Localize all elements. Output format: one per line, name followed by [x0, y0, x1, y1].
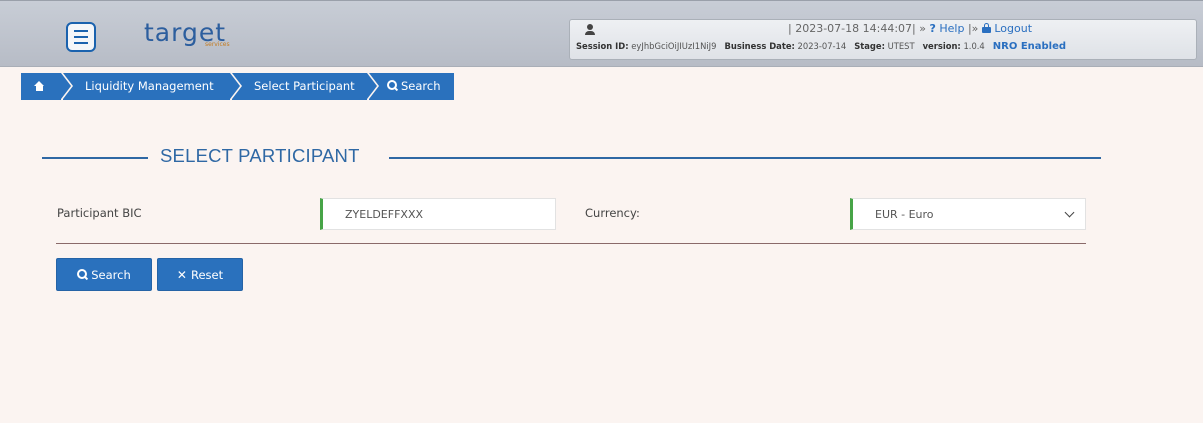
close-icon: ✕	[176, 267, 187, 282]
help-link[interactable]: Help	[939, 22, 964, 35]
nro-status: NRO Enabled	[992, 41, 1067, 52]
participant-bic-input[interactable]: ZYELDEFFXXX	[320, 198, 556, 230]
business-date-label: Business Date:	[724, 41, 795, 51]
stage-value: UTEST	[887, 41, 915, 51]
currency-value: EUR - Euro	[875, 207, 934, 221]
user-icon	[585, 24, 595, 35]
session-id-value: eyJhbGciOiJIUzI1NiJ9	[631, 41, 717, 51]
session-bottom-row: Session ID: eyJhbGciOiJIUzI1NiJ9 Busines…	[576, 41, 1066, 52]
breadcrumb: Liquidity Management Select Participant …	[21, 73, 454, 100]
section-title: SELECT PARTICIPANT	[160, 145, 360, 166]
currency-select[interactable]: EUR - Euro	[850, 198, 1086, 230]
home-icon	[34, 81, 45, 91]
menu-toggle-button[interactable]	[66, 22, 96, 52]
breadcrumb-home[interactable]	[21, 73, 73, 100]
participant-bic-value: ZYELDEFFXXX	[345, 207, 424, 221]
reset-button-label: Reset	[190, 267, 224, 282]
currency-label: Currency:	[585, 206, 640, 220]
lock-icon	[981, 23, 991, 33]
session-top-row: | 2023-07-18 14:44:07| » ? Help |» Logou…	[788, 22, 1032, 35]
stage-label: Stage:	[854, 41, 885, 51]
version-value: 1.0.4	[963, 41, 985, 51]
version-label: version:	[922, 41, 961, 51]
chevron-down-icon	[1064, 207, 1075, 218]
reset-button[interactable]: ✕ Reset	[157, 258, 243, 291]
timestamp: | 2023-07-18 14:44:07| »	[788, 22, 926, 35]
logo-subtitle: services	[205, 41, 230, 48]
section-divider-left	[42, 157, 148, 159]
session-id-label: Session ID:	[576, 41, 629, 51]
breadcrumb-liquidity-management[interactable]: Liquidity Management	[63, 73, 242, 100]
breadcrumb-search[interactable]: Search	[369, 73, 454, 100]
search-button-label: Search	[91, 267, 131, 282]
help-icon: ?	[929, 22, 936, 35]
participant-bic-label: Participant BIC	[57, 206, 142, 220]
search-icon	[387, 80, 399, 92]
breadcrumb-search-label: Search	[401, 79, 441, 93]
form-divider	[56, 243, 1086, 244]
breadcrumb-select-participant[interactable]: Select Participant	[232, 73, 379, 100]
session-info-panel: | 2023-07-18 14:44:07| » ? Help |» Logou…	[569, 19, 1197, 60]
search-icon	[77, 269, 89, 281]
separator: |»	[967, 22, 979, 35]
logout-link[interactable]: Logout	[994, 22, 1032, 35]
section-divider-right	[389, 157, 1101, 159]
search-button[interactable]: Search	[56, 258, 152, 291]
business-date-value: 2023-07-14	[797, 41, 847, 51]
app-header: target services | 2023-07-18 14:44:07| »…	[0, 0, 1203, 67]
